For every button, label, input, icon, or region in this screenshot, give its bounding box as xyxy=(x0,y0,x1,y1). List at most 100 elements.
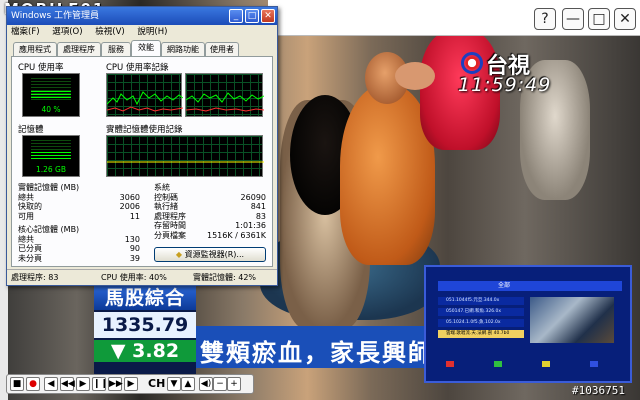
media-preview xyxy=(530,297,614,343)
memory-history-graph xyxy=(106,135,264,177)
ticker-value: 1335.79 xyxy=(94,312,196,338)
news-subtitle: 雙頰瘀血，家長興師 xyxy=(200,338,434,367)
channel-logo-icon xyxy=(461,52,483,74)
broadcast-time: 11:59:49 xyxy=(458,74,552,96)
pause-icon[interactable]: ❙❙ xyxy=(92,377,108,391)
tab-performance[interactable]: 效能 xyxy=(131,40,161,56)
performance-panel: CPU 使用率 CPU 使用率記錄 40 % 記憶體 實體記憶體使用記錄 1.2… xyxy=(11,56,273,267)
media-center-tabs xyxy=(430,269,626,279)
menu-bar: 檔案(F) 選項(O) 檢視(V) 說明(H) xyxy=(7,25,277,39)
list-item[interactable]: 雲端.歌唱流.天.法網.剖 40.7b0 xyxy=(438,330,524,338)
ticker-title: 馬股綜合 xyxy=(94,286,196,310)
record-icon[interactable]: ● xyxy=(26,377,40,391)
volume-icon[interactable]: ◀) xyxy=(199,377,213,391)
volume-up-icon[interactable]: + xyxy=(227,377,241,391)
memory-fill xyxy=(31,152,71,160)
cpu-usage-meter: 40 % xyxy=(22,73,80,117)
ticker-change: ▼ 3.82 xyxy=(94,340,196,362)
close-button[interactable]: ✕ xyxy=(614,8,636,30)
maximize-button[interactable]: □ xyxy=(245,9,259,23)
physical-memory-title: 實體記憶體 (MB) xyxy=(18,183,80,192)
system-group: 系統 控制碼 26090 執行緒 841 處理程序 83 存留時間 1:01:36 分頁… xyxy=(154,183,266,240)
close-button[interactable]: ✕ xyxy=(261,9,275,23)
memory-history-label: 實體記憶體使用記錄 xyxy=(106,125,183,135)
tab-processes[interactable]: 處理程序 xyxy=(57,42,101,56)
stat-label: 可用 xyxy=(18,211,34,221)
list-item[interactable]: 051.1044f5.元旦.344.0x xyxy=(438,297,524,305)
stat-value: 841 xyxy=(250,202,266,211)
cpu-usage-label: CPU 使用率 xyxy=(18,63,64,73)
stat-label: 控制碼 xyxy=(154,192,178,202)
menu-help[interactable]: 說明(H) xyxy=(137,27,167,37)
tab-applications[interactable]: 應用程式 xyxy=(13,42,57,56)
cpu-history-label: CPU 使用率記錄 xyxy=(106,63,169,73)
channel-down-icon[interactable]: ▼ xyxy=(167,377,181,391)
resource-monitor-button[interactable]: ◆ 資源監視器(R)... xyxy=(154,247,266,262)
rewind-icon[interactable]: ◀◀ xyxy=(60,377,75,391)
player-controls: ■ ● ◀ ◀◀ ▶ ❙❙ ▶▶ ▶ CH ▼ ▲ ◀) − + xyxy=(6,374,254,394)
memory-label: 記憶體 xyxy=(18,125,44,135)
minimize-button[interactable]: — xyxy=(562,8,584,30)
stat-value: 1:01:36 xyxy=(235,221,266,230)
list-item[interactable]: 05.1024.1.0f5.魚.102.0x xyxy=(438,319,524,327)
physical-memory-group: 實體記憶體 (MB) 總共 3060 快取的 2006 可用 11 xyxy=(18,183,140,221)
stat-label: 總共 xyxy=(18,234,34,244)
player-title-bar: ? — □ ✕ xyxy=(268,0,640,36)
media-center-footer xyxy=(438,357,622,377)
volume-down-icon[interactable]: − xyxy=(213,377,227,391)
stat-label: 執行緒 xyxy=(154,202,178,211)
cpu-usage-fill xyxy=(31,91,71,100)
scene-arm xyxy=(395,62,435,90)
cpu-history-graph-core2 xyxy=(185,73,264,117)
stat-label: 分頁檔案 xyxy=(154,230,186,240)
task-manager-window[interactable]: Windows 工作管理員 _ □ ✕ 檔案(F) 選項(O) 檢視(V) 說明… xyxy=(6,6,278,286)
menu-view[interactable]: 檢視(V) xyxy=(95,27,124,37)
next-icon[interactable]: ▶ xyxy=(124,377,138,391)
status-memory: 實體記憶體: 42% xyxy=(193,273,257,282)
media-center-overlay[interactable]: 全部 051.1044f5.元旦.344.0x 050147.已網.和魚.326… xyxy=(424,265,632,383)
stat-label: 處理程序 xyxy=(154,211,186,221)
stat-value: 1516K / 6361K xyxy=(207,230,266,240)
minimize-button[interactable]: _ xyxy=(229,9,243,23)
down-arrow-icon: ▼ xyxy=(110,340,126,362)
status-processes: 處理程序: 83 xyxy=(11,273,59,282)
help-button[interactable]: ? xyxy=(534,8,556,30)
task-manager-title-bar[interactable]: Windows 工作管理員 _ □ ✕ xyxy=(7,7,277,25)
status-cpu: CPU 使用率: 40% xyxy=(101,273,167,282)
play-icon[interactable]: ▶ xyxy=(76,377,90,391)
list-item[interactable]: 050147.已網.和魚.326.0x xyxy=(438,308,524,316)
watermark: #1036751 xyxy=(572,384,625,397)
red-button-icon[interactable] xyxy=(446,361,454,367)
stat-label: 已分頁 xyxy=(18,244,42,253)
stat-value: 11 xyxy=(129,211,140,221)
tab-users[interactable]: 使用者 xyxy=(205,42,239,56)
stat-label: 未分頁 xyxy=(18,253,42,263)
media-center-header: 全部 xyxy=(438,281,622,291)
yellow-button-icon[interactable] xyxy=(542,361,550,367)
resource-monitor-label: 資源監視器(R)... xyxy=(184,250,245,259)
stat-value: 3060 xyxy=(119,192,140,202)
kernel-memory-title: 核心記憶體 (MB) xyxy=(18,225,80,234)
channel-up-icon[interactable]: ▲ xyxy=(181,377,195,391)
stat-label: 總共 xyxy=(18,192,34,202)
status-bar: 處理程序: 83 CPU 使用率: 40% 實體記憶體: 42% xyxy=(7,269,277,285)
stat-value: 83 xyxy=(255,211,266,221)
stat-label: 存留時間 xyxy=(154,221,186,230)
channel-label: CH xyxy=(148,377,166,390)
menu-options[interactable]: 選項(O) xyxy=(52,27,82,37)
kernel-memory-group: 核心記憶體 (MB) 總共 130 已分頁 90 未分頁 39 xyxy=(18,225,140,263)
green-button-icon[interactable] xyxy=(494,361,502,367)
tab-services[interactable]: 服務 xyxy=(101,42,131,56)
memory-value: 1.26 GB xyxy=(35,165,67,174)
menu-file[interactable]: 檔案(F) xyxy=(11,27,40,37)
forward-icon[interactable]: ▶▶ xyxy=(108,377,123,391)
tab-networking[interactable]: 網路功能 xyxy=(161,42,205,56)
stat-value: 26090 xyxy=(240,192,266,202)
system-title: 系統 xyxy=(154,183,170,192)
stop-icon[interactable]: ■ xyxy=(10,377,24,391)
maximize-button[interactable]: □ xyxy=(588,8,610,30)
cpu-history-graph-core1 xyxy=(106,73,183,117)
prev-icon[interactable]: ◀ xyxy=(44,377,58,391)
blue-button-icon[interactable] xyxy=(590,361,598,367)
ticker-change-value: 3.82 xyxy=(132,340,180,362)
